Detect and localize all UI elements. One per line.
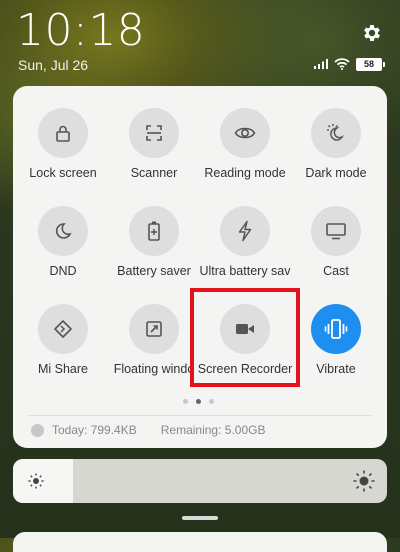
tile-floating-window[interactable]: Floating windo — [104, 304, 204, 376]
tile-button[interactable] — [38, 108, 88, 158]
tile-dark-mode[interactable]: Dark mode — [286, 108, 386, 180]
tile-button[interactable] — [129, 206, 179, 256]
tile-button[interactable] — [311, 108, 361, 158]
tile-button[interactable] — [38, 206, 88, 256]
quick-settings-panel: Lock screen Scanner Reading mode Dark mo… — [13, 86, 387, 448]
tile-dnd[interactable]: DND — [13, 206, 113, 278]
tile-label: Cast — [323, 264, 349, 278]
tile-ultra-battery-saver[interactable]: Ultra battery sav — [195, 206, 295, 278]
date: Sun, Jul 26 — [18, 57, 89, 73]
page-dot — [209, 399, 214, 404]
tile-cast[interactable]: Cast — [286, 206, 386, 278]
tile-button[interactable] — [129, 108, 179, 158]
dark-mode-icon — [327, 124, 345, 141]
data-usage-today: Today: 799.4KB — [52, 423, 137, 437]
tile-label: Mi Share — [37, 362, 89, 376]
mi-share-icon — [54, 320, 72, 338]
eye-icon — [234, 127, 256, 139]
tile-button[interactable] — [311, 206, 361, 256]
notification-card — [13, 532, 387, 552]
tile-label: Dark mode — [305, 166, 367, 180]
brightness-high-icon — [353, 470, 375, 492]
monitor-icon — [326, 223, 346, 240]
system-indicators: 58 — [314, 57, 385, 71]
page-dot — [183, 399, 188, 404]
tile-vibrate[interactable]: Vibrate — [286, 304, 386, 376]
lightning-icon — [238, 220, 252, 242]
tile-label: Lock screen — [29, 166, 97, 180]
tile-label: Floating windo — [113, 362, 195, 376]
tile-battery-saver[interactable]: Battery saver — [104, 206, 204, 278]
moon-icon — [55, 223, 72, 239]
brightness-low-icon — [28, 473, 44, 489]
drag-handle[interactable] — [182, 516, 218, 520]
wifi-icon — [334, 58, 350, 70]
vibrate-icon — [324, 319, 348, 339]
data-usage-icon — [31, 423, 44, 437]
battery-plus-icon — [148, 221, 160, 241]
page-indicator — [183, 399, 214, 404]
gear-icon[interactable] — [361, 22, 383, 44]
clock: 10:18 — [16, 5, 146, 56]
tile-reading-mode[interactable]: Reading mode — [195, 108, 295, 180]
signal-icon — [314, 59, 328, 69]
tile-label: Scanner — [130, 166, 178, 180]
tile-button[interactable] — [129, 304, 179, 354]
divider — [28, 415, 372, 416]
tile-mi-share[interactable]: Mi Share — [13, 304, 113, 376]
tile-scanner[interactable]: Scanner — [104, 108, 204, 180]
tile-label: Ultra battery sav — [199, 264, 291, 278]
tile-button[interactable] — [38, 304, 88, 354]
brightness-slider[interactable] — [13, 459, 387, 503]
tile-button[interactable] — [220, 206, 270, 256]
tile-button[interactable] — [311, 304, 361, 354]
floating-window-icon — [146, 321, 162, 337]
tile-button[interactable] — [220, 108, 270, 158]
tile-lock-screen[interactable]: Lock screen — [13, 108, 113, 180]
lock-icon — [56, 125, 70, 142]
page-dot-current — [196, 399, 201, 404]
data-usage: Today: 799.4KB Remaining: 5.00GB — [31, 423, 265, 437]
tile-label: Reading mode — [204, 166, 286, 180]
battery-icon: 58 — [356, 57, 385, 71]
tile-label: DND — [49, 264, 77, 278]
tile-label: Vibrate — [316, 362, 356, 376]
data-usage-remaining: Remaining: 5.00GB — [160, 423, 266, 437]
tile-label: Battery saver — [117, 264, 191, 278]
highlight-box — [190, 288, 300, 387]
scanner-icon — [146, 125, 162, 141]
